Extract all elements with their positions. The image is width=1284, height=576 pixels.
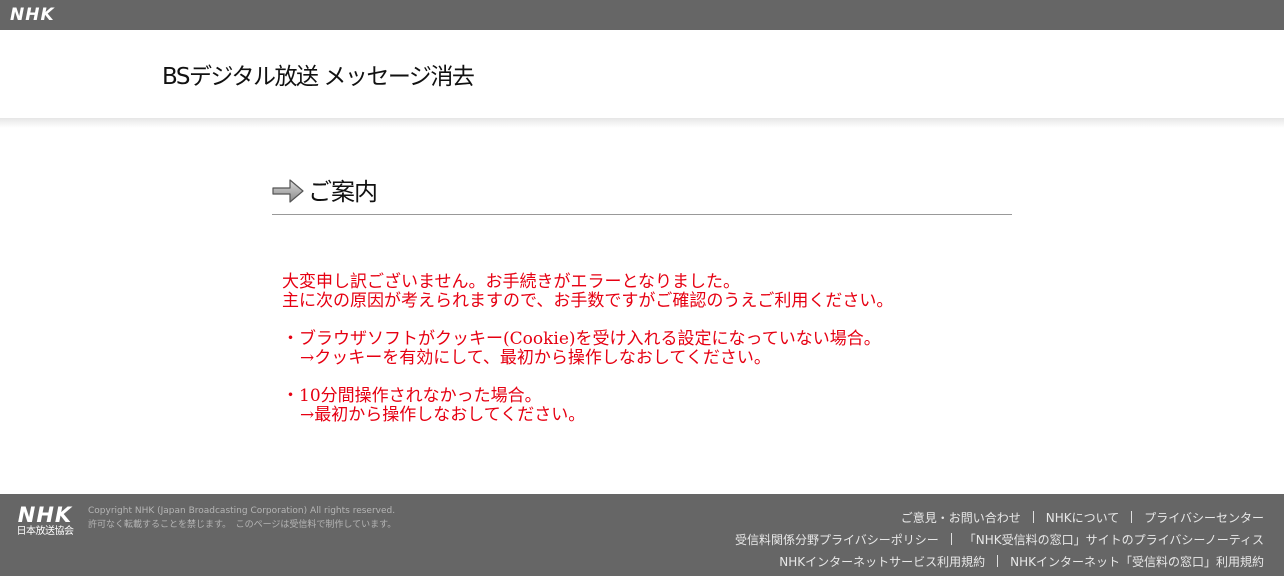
footer-link-internet-terms[interactable]: NHKインターネットサービス利用規約	[779, 555, 985, 569]
arrow-right-icon	[272, 176, 304, 206]
footer-link-contact[interactable]: ご意見・お問い合わせ	[901, 511, 1021, 525]
section-header: ご案内	[272, 174, 1012, 215]
footer-logo-mark: NHK	[17, 503, 73, 527]
copyright-notice: 許可なく転載することを禁じます。 このページは受信料で制作しています。	[88, 520, 397, 530]
footer-link-fee-privacy-policy[interactable]: 受信料関係分野プライバシーポリシー	[735, 533, 939, 547]
header-shadow	[0, 118, 1284, 128]
divider	[950, 533, 952, 545]
divider	[1032, 511, 1034, 523]
page-title: BSデジタル放送 メッセージ消去	[162, 64, 475, 90]
page-header: BSデジタル放送 メッセージ消去	[0, 30, 1284, 124]
nhk-logo[interactable]: NHK	[10, 5, 55, 25]
footer-link-about[interactable]: NHKについて	[1046, 511, 1120, 525]
footer-link-row: ご意見・お問い合わせ NHKについて プライバシーセンター	[735, 507, 1264, 529]
footer-link-privacy-center[interactable]: プライバシーセンター	[1144, 511, 1264, 525]
cause-item: ・10分間操作されなかった場合。	[282, 386, 542, 406]
footer-link-row: 受信料関係分野プライバシーポリシー 「NHK受信料の窓口」サイトのプライバシーノー…	[735, 529, 1264, 551]
footer-links: ご意見・お問い合わせ NHKについて プライバシーセンター 受信料関係分野プライバシ…	[735, 507, 1264, 573]
top-bar: NHK	[0, 0, 1284, 30]
footer-logo[interactable]: NHK 日本放送協会	[12, 504, 78, 538]
error-message: 大変申し訳ございません。お手続きがエラーとなりました。 主に次の原因が考えられま…	[282, 273, 893, 425]
message-line: 大変申し訳ございません。お手続きがエラーとなりました。	[282, 272, 740, 292]
footer-link-fee-window-terms[interactable]: NHKインターネット「受信料の窓口」利用規約	[1010, 555, 1264, 569]
cause-remedy: →最初から操作しなおしてください。	[300, 405, 586, 425]
section-heading: ご案内	[308, 178, 378, 206]
cause-item: ・ブラウザソフトがクッキー(Cookie)を受け入れる設定になっていない場合。	[282, 329, 881, 349]
divider	[997, 555, 999, 567]
page-footer: NHK 日本放送協会 Copyright NHK (Japan Broadcas…	[0, 494, 1284, 576]
footer-logo-sub: 日本放送協会	[16, 526, 75, 537]
cause-remedy: →クッキーを有効にして、最初から操作しなおしてください。	[300, 348, 771, 368]
message-line: 主に次の原因が考えられますので、お手数ですがご確認のうえご利用ください。	[282, 291, 894, 311]
divider	[1131, 511, 1133, 523]
copyright: Copyright NHK (Japan Broadcasting Corpor…	[88, 504, 396, 532]
copyright-text: Copyright NHK (Japan Broadcasting Corpor…	[88, 506, 396, 516]
footer-link-privacy-notice[interactable]: 「NHK受信料の窓口」サイトのプライバシーノーティス	[964, 533, 1264, 547]
footer-link-row: NHKインターネットサービス利用規約 NHKインターネット「受信料の窓口」利用規約	[735, 551, 1264, 573]
